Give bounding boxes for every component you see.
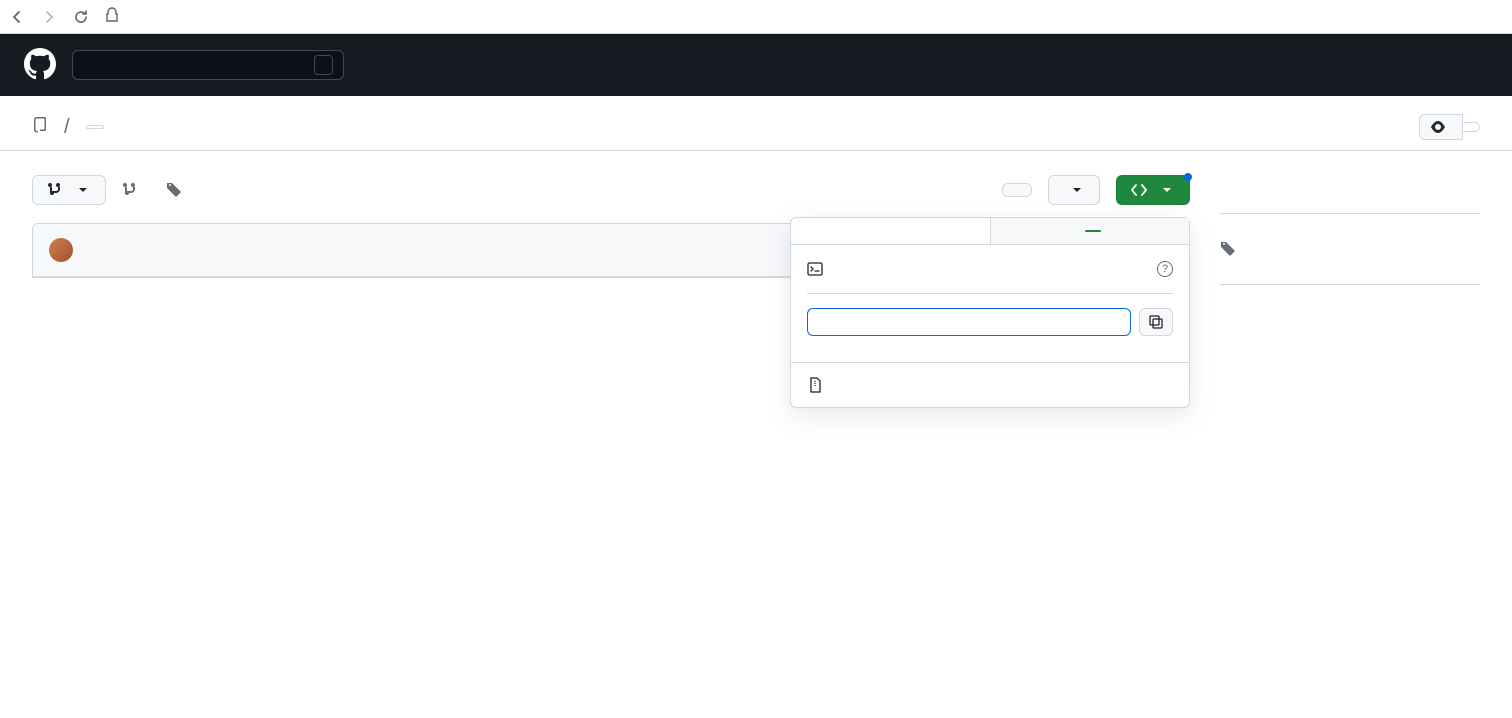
zip-icon [807, 377, 823, 393]
tag-icon [166, 182, 182, 198]
code-icon [1131, 182, 1147, 198]
releases-tags[interactable] [1220, 236, 1480, 262]
branch-select[interactable] [32, 175, 106, 205]
github-logo[interactable] [24, 48, 56, 83]
repo-icon [32, 116, 48, 139]
help-icon[interactable]: ? [1157, 261, 1173, 277]
add-file-button[interactable] [1048, 175, 1100, 205]
code-popover: ? [790, 217, 1190, 408]
lock-icon [104, 7, 120, 26]
browser-toolbar [0, 0, 1512, 34]
watch-count[interactable] [1463, 122, 1480, 132]
popover-tab-local[interactable] [791, 218, 991, 244]
caret-down-icon [75, 182, 91, 198]
new-badge [1085, 230, 1101, 232]
tags-link[interactable] [166, 182, 194, 198]
visibility-badge [86, 125, 104, 129]
avatar[interactable] [49, 238, 73, 262]
search-input[interactable] [83, 57, 314, 73]
reload-button[interactable] [72, 8, 90, 26]
eye-icon [1430, 119, 1446, 135]
goto-file-button[interactable] [1002, 183, 1032, 197]
repo-tabs [0, 140, 1512, 151]
about-section [1220, 191, 1480, 214]
copy-button[interactable] [1139, 308, 1173, 336]
download-zip[interactable] [791, 362, 1189, 407]
watch-button[interactable] [1419, 114, 1463, 140]
packages-section [1220, 307, 1480, 329]
forward-button[interactable] [40, 8, 58, 26]
repo-title: / [32, 116, 104, 139]
search-box[interactable] [72, 50, 344, 80]
github-header [0, 34, 1512, 96]
branch-icon [47, 182, 63, 198]
branches-link[interactable] [122, 182, 150, 198]
caret-down-icon [1159, 182, 1175, 198]
copy-icon [1148, 314, 1164, 330]
terminal-icon [807, 261, 823, 277]
releases-section [1220, 236, 1480, 285]
branch-icon [122, 182, 138, 198]
clone-url-input[interactable] [807, 308, 1131, 336]
notification-dot [1184, 173, 1192, 181]
caret-down-icon [1069, 182, 1085, 198]
code-button[interactable] [1116, 175, 1190, 205]
address-bar[interactable] [104, 7, 128, 26]
slash-key-icon [314, 55, 333, 75]
tag-icon [1220, 241, 1236, 257]
popover-tab-codespaces[interactable] [991, 218, 1190, 244]
back-button[interactable] [8, 8, 26, 26]
